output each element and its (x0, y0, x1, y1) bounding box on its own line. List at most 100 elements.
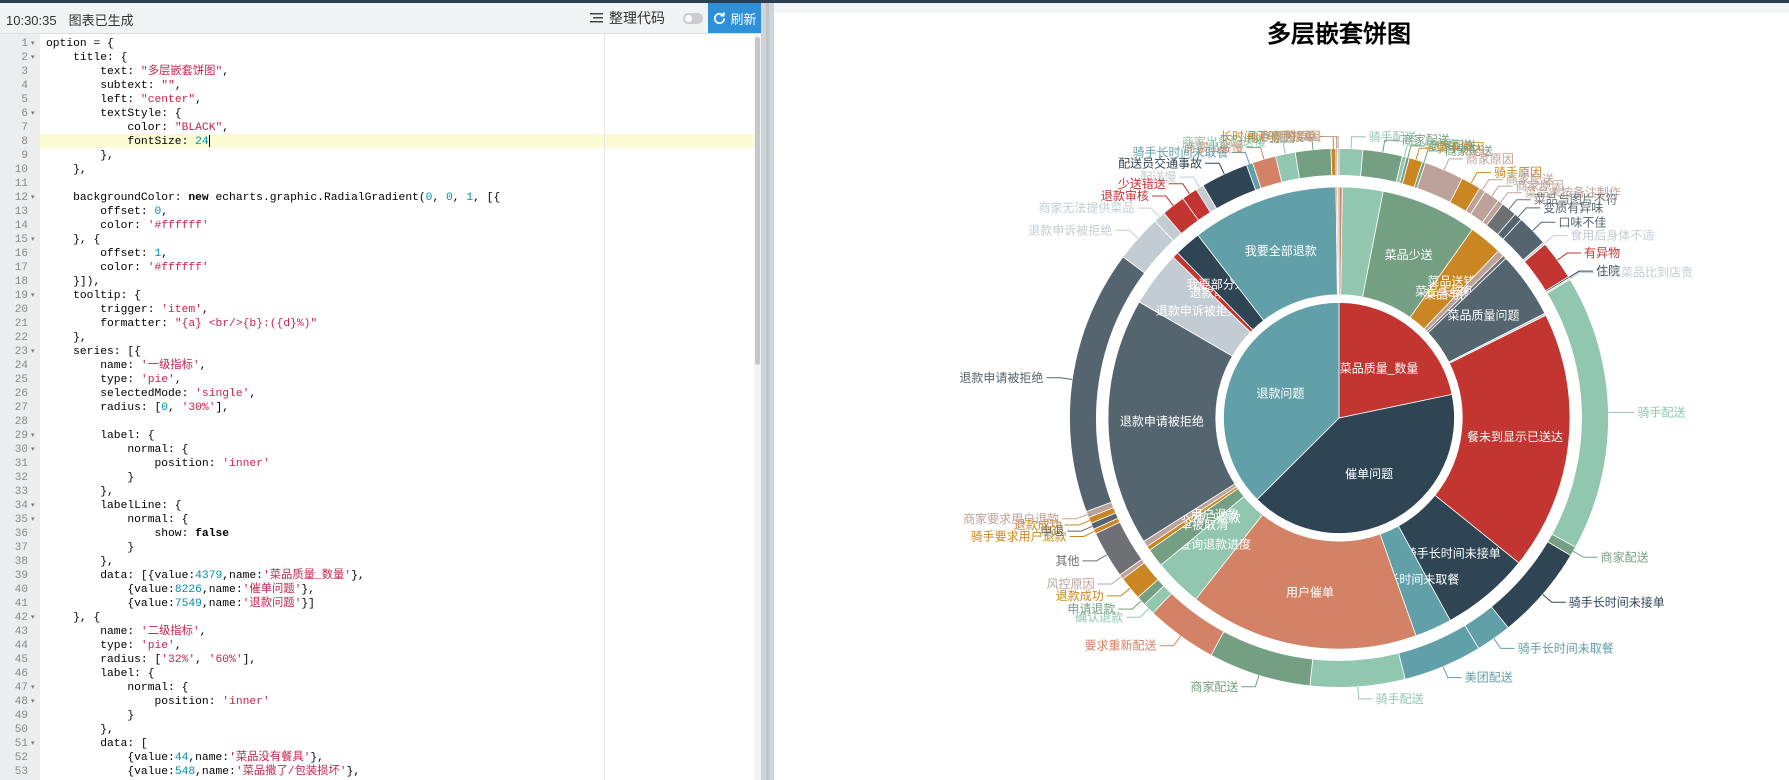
outer-slice-label: 骑手配送 (1376, 691, 1424, 706)
code-line: name: '二级指标', (46, 626, 207, 638)
chart-title: 多层嵌套饼图 (1267, 21, 1411, 48)
label-leader-line (1246, 147, 1265, 160)
line-number: 16 (14, 248, 28, 260)
label-leader-line (1159, 635, 1181, 647)
code-line: subtext: "", (46, 80, 182, 92)
code-line: normal: { (46, 444, 189, 456)
fold-toggle-icon[interactable]: ▾ (31, 107, 35, 121)
line-number: 39 (14, 570, 28, 582)
outer-slice-label: 骑手长时间未接单 (1569, 594, 1665, 609)
code-editor-pane: 10:30:35 图表已生成 整理代码 刷新 1 ▾ 2 ▾ 3 4 5 6 ▾ 7 8 9 10 11 12… (0, 3, 762, 780)
outer-slice-label: 要求重新配送 (1085, 638, 1157, 653)
code-line: left: "center", (46, 94, 202, 106)
fold-toggle-icon[interactable]: ▾ (31, 51, 35, 65)
line-number: 35 (14, 514, 28, 526)
line-number-gutter: 1 ▾ 2 ▾ 3 4 5 6 ▾ 7 8 9 10 11 12 ▾ 13 14 15 ▾ 16 17 18 19 ▾ 20 21 2… (0, 34, 40, 780)
code-line: textStyle: { (46, 108, 182, 120)
line-number: 14 (14, 220, 28, 232)
line-number: 4 (21, 80, 28, 92)
pie-slice-3[interactable] (1336, 148, 1340, 176)
format-lines-icon (590, 13, 603, 23)
code-line: }, (46, 486, 114, 498)
line-number: 21 (14, 318, 28, 330)
refresh-icon (714, 11, 726, 24)
text-cursor (208, 135, 210, 148)
code-line: color: "BLACK", (46, 122, 230, 134)
code-line: offset: 1, (46, 248, 169, 260)
line-number: 22 (14, 332, 28, 344)
line-number: 29 (14, 430, 28, 442)
fold-toggle-icon[interactable]: ▾ (31, 499, 35, 513)
fold-toggle-icon[interactable]: ▾ (31, 695, 35, 709)
code-text-area[interactable]: option = { title: { text: "多层嵌套饼图", subt… (40, 34, 754, 780)
code-line: position: 'inner' (46, 458, 270, 470)
line-number: 49 (14, 710, 28, 722)
code-line: text: "多层嵌套饼图", (46, 66, 230, 78)
refresh-button[interactable]: 刷新 (708, 3, 761, 33)
slice-label: 催单问题 (1345, 467, 1393, 481)
slice-label: 用户催单 (1286, 585, 1334, 600)
code-line: tooltip: { (46, 290, 141, 302)
line-number: 1 (21, 38, 28, 50)
fold-toggle-icon[interactable]: ▾ (31, 513, 35, 527)
label-leader-line (1097, 576, 1122, 585)
label-leader-line (1322, 136, 1338, 149)
outer-slice-label: 退款申请被拒绝 (959, 370, 1043, 385)
format-code-label: 整理代码 (609, 10, 665, 26)
code-line: label: { (46, 668, 155, 680)
line-number: 17 (14, 262, 28, 274)
label-leader-line (1046, 377, 1073, 380)
label-leader-line (1115, 229, 1139, 239)
format-code-button[interactable]: 整理代码 (590, 8, 665, 28)
fold-toggle-icon[interactable]: ▾ (31, 37, 35, 51)
pie-slice-3[interactable] (1330, 148, 1337, 176)
label-leader-line (1572, 550, 1598, 558)
fold-toggle-icon[interactable]: ▾ (31, 191, 35, 205)
line-number: 26 (14, 388, 28, 400)
label-leader-line (1106, 587, 1131, 597)
line-number: 9 (21, 150, 28, 162)
pie-slice-3[interactable] (1309, 652, 1406, 688)
line-number: 32 (14, 472, 28, 484)
editor-scrollbar-thumb[interactable] (755, 37, 760, 365)
chart-preview-pane: 多层嵌套饼图 菜品质量_数量 催单问题 退款问题 菜品少送 菜品送错 菜品未按备注制作 菜品… (774, 3, 1789, 780)
slice-label: 菜品少送 (1385, 247, 1433, 262)
fold-toggle-icon[interactable]: ▾ (31, 443, 35, 457)
outer-slice-label: 口味不佳 (1558, 215, 1606, 229)
fold-toggle-icon[interactable]: ▾ (31, 233, 35, 247)
fold-toggle-icon[interactable]: ▾ (31, 289, 35, 303)
code-line: }, (46, 556, 114, 568)
fold-toggle-icon[interactable]: ▾ (31, 681, 35, 695)
label-leader-line (1067, 525, 1093, 532)
pie-slice-3[interactable] (1338, 148, 1364, 177)
fold-toggle-icon[interactable]: ▾ (31, 345, 35, 359)
code-line: }, (46, 164, 87, 176)
label-leader-line (1137, 207, 1160, 218)
status-text: 10:30:35 图表已生成 (6, 10, 134, 29)
pie-slice-3[interactable] (1360, 149, 1403, 183)
code-line: fontSize: 24 (46, 135, 210, 148)
line-number: 45 (14, 654, 28, 666)
pane-splitter[interactable] (762, 3, 774, 780)
code-line: color: '#ffffff' (46, 220, 209, 232)
fold-toggle-icon[interactable]: ▾ (31, 611, 35, 625)
label-leader-line (1069, 530, 1095, 537)
code-line: {value:7549,name:'退款问题'}] (46, 598, 315, 610)
line-number: 30 (14, 444, 28, 456)
line-number: 33 (14, 486, 28, 498)
line-number: 7 (21, 122, 28, 134)
auto-refresh-toggle[interactable] (683, 13, 703, 24)
code-line: backgroundColor: new echarts.graphic.Rad… (46, 192, 501, 204)
label-leader-line (1118, 600, 1142, 610)
slice-label: 餐未到显示已送达 (1467, 429, 1563, 444)
pie-slice-2[interactable] (1337, 186, 1340, 296)
code-line: trigger: 'item', (46, 304, 209, 316)
nested-pie-chart[interactable]: 多层嵌套饼图 菜品质量_数量催单问题退款问题菜品少送菜品送错菜品未按备注制作菜品… (774, 3, 1789, 780)
pie-slice-3[interactable] (1294, 148, 1333, 180)
slice-label: 菜品质量_数量 (1340, 361, 1419, 376)
fold-toggle-icon[interactable]: ▾ (31, 429, 35, 443)
fold-toggle-icon[interactable]: ▾ (31, 737, 35, 751)
line-number: 2 (21, 52, 28, 64)
line-number: 50 (14, 724, 28, 736)
refresh-label: 刷新 (730, 11, 757, 27)
